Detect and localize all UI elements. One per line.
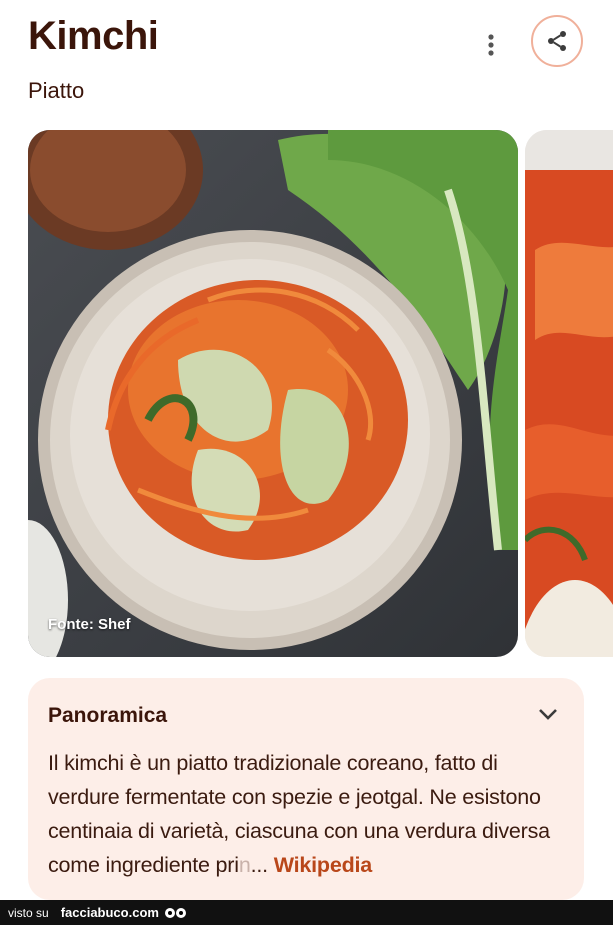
wikipedia-link[interactable]: Wikipedia — [274, 853, 373, 877]
overview-text-block: Il kimchi è un piatto tradizionale corea… — [48, 746, 568, 882]
page-title: Kimchi — [28, 14, 159, 58]
page-subtitle: Piatto — [28, 78, 85, 103]
share-button[interactable] — [531, 15, 583, 67]
overview-panel: Panoramica Il kimchi è un piatto tradizi… — [28, 678, 584, 900]
overview-faded-text: n — [238, 853, 251, 877]
watermark-bar: visto su facciabuco.com — [0, 900, 613, 925]
more-vertical-icon — [488, 34, 494, 56]
image-carousel[interactable]: Fonte: Shef — [28, 130, 613, 657]
overview-heading: Panoramica — [48, 704, 168, 727]
eyes-icon — [164, 907, 186, 918]
kimchi-image-secondary[interactable] — [525, 130, 613, 657]
kimchi-bowl-illustration — [28, 130, 518, 657]
more-options-button[interactable] — [476, 28, 506, 62]
kimchi-image-main[interactable]: Fonte: Shef — [28, 130, 518, 657]
kimchi-closeup-illustration — [525, 130, 613, 657]
image-caption: Fonte: Shef — [48, 616, 131, 633]
expand-button[interactable] — [536, 702, 560, 726]
share-icon — [548, 31, 566, 51]
footer-visto-su: visto su — [8, 905, 49, 920]
footer-site-name: facciabuco.com — [60, 905, 159, 920]
overview-ellipsis: ... — [250, 853, 269, 877]
chevron-down-icon — [539, 709, 557, 720]
